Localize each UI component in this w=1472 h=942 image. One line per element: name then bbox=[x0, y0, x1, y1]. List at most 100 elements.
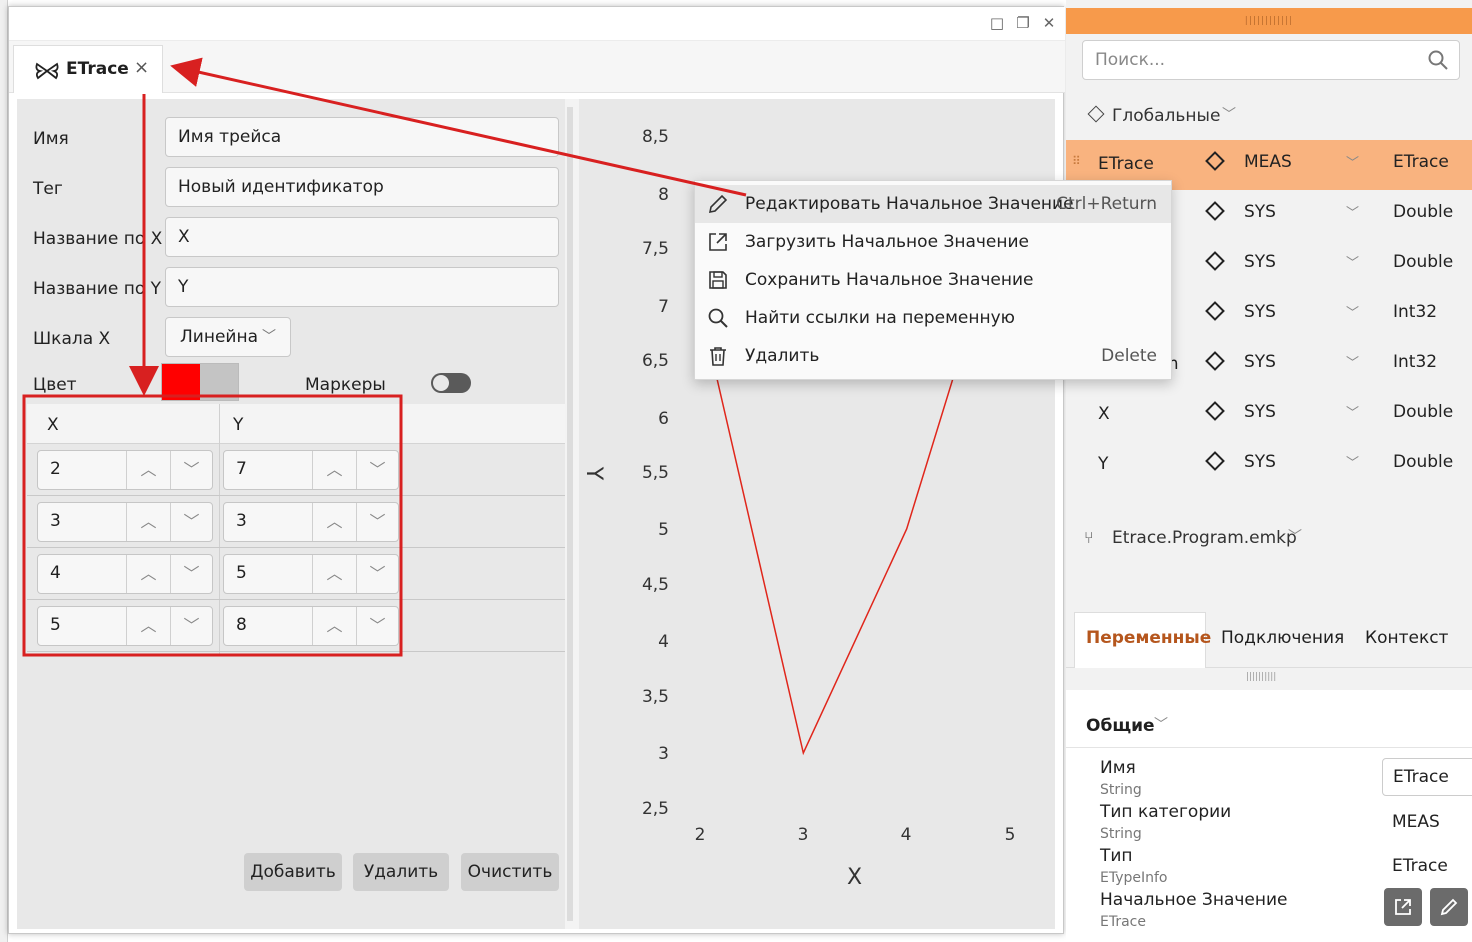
prop-value: ETrace bbox=[1392, 856, 1448, 876]
close-window-button[interactable]: ✕ bbox=[1039, 13, 1059, 33]
x-value-stepper[interactable]: 4 ︿ ﹀ bbox=[37, 554, 213, 594]
diamond-icon bbox=[1087, 105, 1105, 123]
chevron-down-icon[interactable]: ﹀ bbox=[356, 451, 398, 489]
menu-item-shortcut: Delete bbox=[1101, 346, 1157, 366]
background-window-edge bbox=[0, 0, 8, 942]
panel-splitter[interactable] bbox=[567, 107, 573, 921]
menu-item-label: Загрузить Начальное Значение bbox=[745, 232, 1029, 252]
chevron-up-icon[interactable]: ︿ bbox=[126, 503, 170, 541]
y-value: 7 bbox=[236, 459, 247, 479]
search-icon[interactable] bbox=[1427, 49, 1449, 71]
globals-section-header[interactable]: Глобальные ﹀ bbox=[1066, 94, 1472, 138]
prop-name: Начальное Значение bbox=[1100, 890, 1288, 910]
tab-connections[interactable]: Подключения bbox=[1221, 628, 1344, 648]
y-name-input[interactable]: Y bbox=[165, 267, 559, 307]
chevron-down-icon[interactable]: ﹀ bbox=[1346, 152, 1359, 171]
chevron-up-icon[interactable]: ︿ bbox=[312, 503, 356, 541]
chevron-down-icon[interactable]: ﹀ bbox=[356, 555, 398, 593]
chevron-up-icon[interactable]: ︿ bbox=[312, 607, 356, 645]
chevron-up-icon[interactable]: ︿ bbox=[312, 451, 356, 489]
chevron-down-icon[interactable]: ﹀ bbox=[170, 503, 212, 541]
chevron-up-icon[interactable]: ︿ bbox=[126, 555, 170, 593]
globals-label: Глобальные bbox=[1112, 106, 1221, 126]
search-input[interactable] bbox=[1083, 41, 1423, 79]
close-tab-icon[interactable]: × bbox=[134, 57, 149, 78]
x-scale-select[interactable]: Линейна ﹀ bbox=[165, 317, 291, 357]
open-external-icon bbox=[709, 233, 727, 251]
chevron-up-icon[interactable]: ︿ bbox=[312, 555, 356, 593]
maximize-button[interactable]: □ bbox=[987, 13, 1007, 33]
y-value-stepper[interactable]: 8 ︿ ﹀ bbox=[223, 606, 399, 646]
prop-type: ETypeInfo bbox=[1100, 870, 1168, 886]
diamond-icon bbox=[1205, 301, 1225, 321]
tab-etrace[interactable]: ETrace × bbox=[13, 45, 163, 93]
variable-type: Double bbox=[1393, 252, 1454, 272]
trace-properties-panel: Имя Имя трейса Тег Новый идентификатор Н… bbox=[17, 99, 565, 929]
chevron-down-icon[interactable]: ﹀ bbox=[1346, 302, 1359, 321]
diamond-icon bbox=[1205, 451, 1225, 471]
chevron-down-icon[interactable]: ﹀ bbox=[1346, 402, 1359, 421]
chevron-up-icon[interactable]: ︿ bbox=[126, 451, 170, 489]
remove-point-button[interactable]: Удалить bbox=[353, 853, 449, 891]
x-name-input[interactable]: X bbox=[165, 217, 559, 257]
edit-value-button[interactable] bbox=[1430, 888, 1468, 926]
chevron-down-icon[interactable]: ﹀ bbox=[1346, 252, 1359, 271]
markers-label: Маркеры bbox=[305, 375, 386, 395]
variables-explorer: |||||||||||| Глобальные ﹀ ⠿ ETrace MEAS … bbox=[1066, 0, 1472, 942]
clear-points-button[interactable]: Очистить bbox=[461, 853, 559, 891]
tab-context[interactable]: Контекст bbox=[1365, 628, 1448, 648]
chevron-down-icon: ﹀ bbox=[1288, 529, 1302, 545]
variable-category: SYS bbox=[1244, 452, 1276, 472]
x-name-label: Название по X bbox=[33, 229, 163, 249]
chevron-up-icon[interactable]: ︿ bbox=[126, 607, 170, 645]
menu-item-label: Сохранить Начальное Значение bbox=[745, 270, 1034, 290]
chevron-down-icon[interactable]: ﹀ bbox=[356, 607, 398, 645]
variable-row[interactable]: X SYS ﹀ Double bbox=[1066, 390, 1472, 440]
program-selector[interactable]: ⑂ Etrace.Program.emkp ﹀ bbox=[1066, 516, 1472, 562]
butterfly-icon bbox=[35, 62, 59, 80]
x-value-stepper[interactable]: 5 ︿ ﹀ bbox=[37, 606, 213, 646]
restore-button[interactable]: ❐ bbox=[1013, 13, 1033, 33]
color-picker[interactable] bbox=[161, 363, 239, 401]
menu-item-load-initial-value[interactable]: Загрузить Начальное Значение bbox=[695, 223, 1171, 261]
variable-row[interactable]: Y SYS ﹀ Double bbox=[1066, 440, 1472, 490]
y-value-stepper[interactable]: 7 ︿ ﹀ bbox=[223, 450, 399, 490]
menu-item-shortcut: Ctrl+Return bbox=[1056, 194, 1157, 214]
menu-item-find-references[interactable]: Найти ссылки на переменную bbox=[695, 299, 1171, 337]
chevron-down-icon[interactable]: ﹀ bbox=[1346, 352, 1359, 371]
y-value-stepper[interactable]: 5 ︿ ﹀ bbox=[223, 554, 399, 594]
x-value-stepper[interactable]: 2 ︿ ﹀ bbox=[37, 450, 213, 490]
resize-grip[interactable]: |||||||||| bbox=[1246, 672, 1276, 682]
trace-name-input[interactable]: Имя трейса bbox=[165, 117, 559, 157]
menu-item-label: Удалить bbox=[745, 346, 820, 366]
chevron-down-icon[interactable]: ﹀ bbox=[1346, 452, 1359, 471]
chevron-down-icon[interactable]: ﹀ bbox=[1346, 202, 1359, 221]
drag-handle[interactable]: |||||||||||| bbox=[1066, 8, 1472, 34]
markers-toggle[interactable] bbox=[431, 373, 471, 393]
menu-item-save-initial-value[interactable]: Сохранить Начальное Значение bbox=[695, 261, 1171, 299]
add-point-button[interactable]: Добавить bbox=[244, 853, 342, 891]
tab-variables[interactable]: Переменные bbox=[1086, 628, 1211, 648]
x-value-stepper[interactable]: 3 ︿ ﹀ bbox=[37, 502, 213, 542]
column-header-y: Y bbox=[233, 415, 244, 435]
menu-item-delete[interactable]: Удалить Delete bbox=[695, 337, 1171, 375]
variable-category: SYS bbox=[1244, 202, 1276, 222]
menu-item-edit-initial-value[interactable]: Редактировать Начальное Значение Ctrl+Re… bbox=[695, 185, 1171, 223]
menu-item-label: Редактировать Начальное Значение bbox=[745, 194, 1074, 214]
trash-icon bbox=[710, 347, 726, 366]
search-box[interactable] bbox=[1082, 40, 1460, 80]
chevron-down-icon[interactable]: ﹀ bbox=[170, 555, 212, 593]
tag-input[interactable]: Новый идентификатор bbox=[165, 167, 559, 207]
chevron-down-icon[interactable]: ﹀ bbox=[170, 451, 212, 489]
y-value-stepper[interactable]: 3 ︿ ﹀ bbox=[223, 502, 399, 542]
prop-name-input[interactable]: ETrace bbox=[1382, 758, 1472, 796]
x-value: 2 bbox=[50, 459, 61, 479]
general-section-header[interactable]: Общие ﹀ bbox=[1066, 690, 1472, 748]
chevron-down-icon[interactable]: ﹀ bbox=[356, 503, 398, 541]
open-external-icon bbox=[1395, 899, 1411, 915]
x-value: 5 bbox=[50, 615, 61, 635]
load-value-button[interactable] bbox=[1384, 888, 1422, 926]
chevron-down-icon[interactable]: ﹀ bbox=[170, 607, 212, 645]
x-scale-value: Линейна bbox=[180, 327, 258, 347]
tag-label: Тег bbox=[33, 179, 63, 199]
